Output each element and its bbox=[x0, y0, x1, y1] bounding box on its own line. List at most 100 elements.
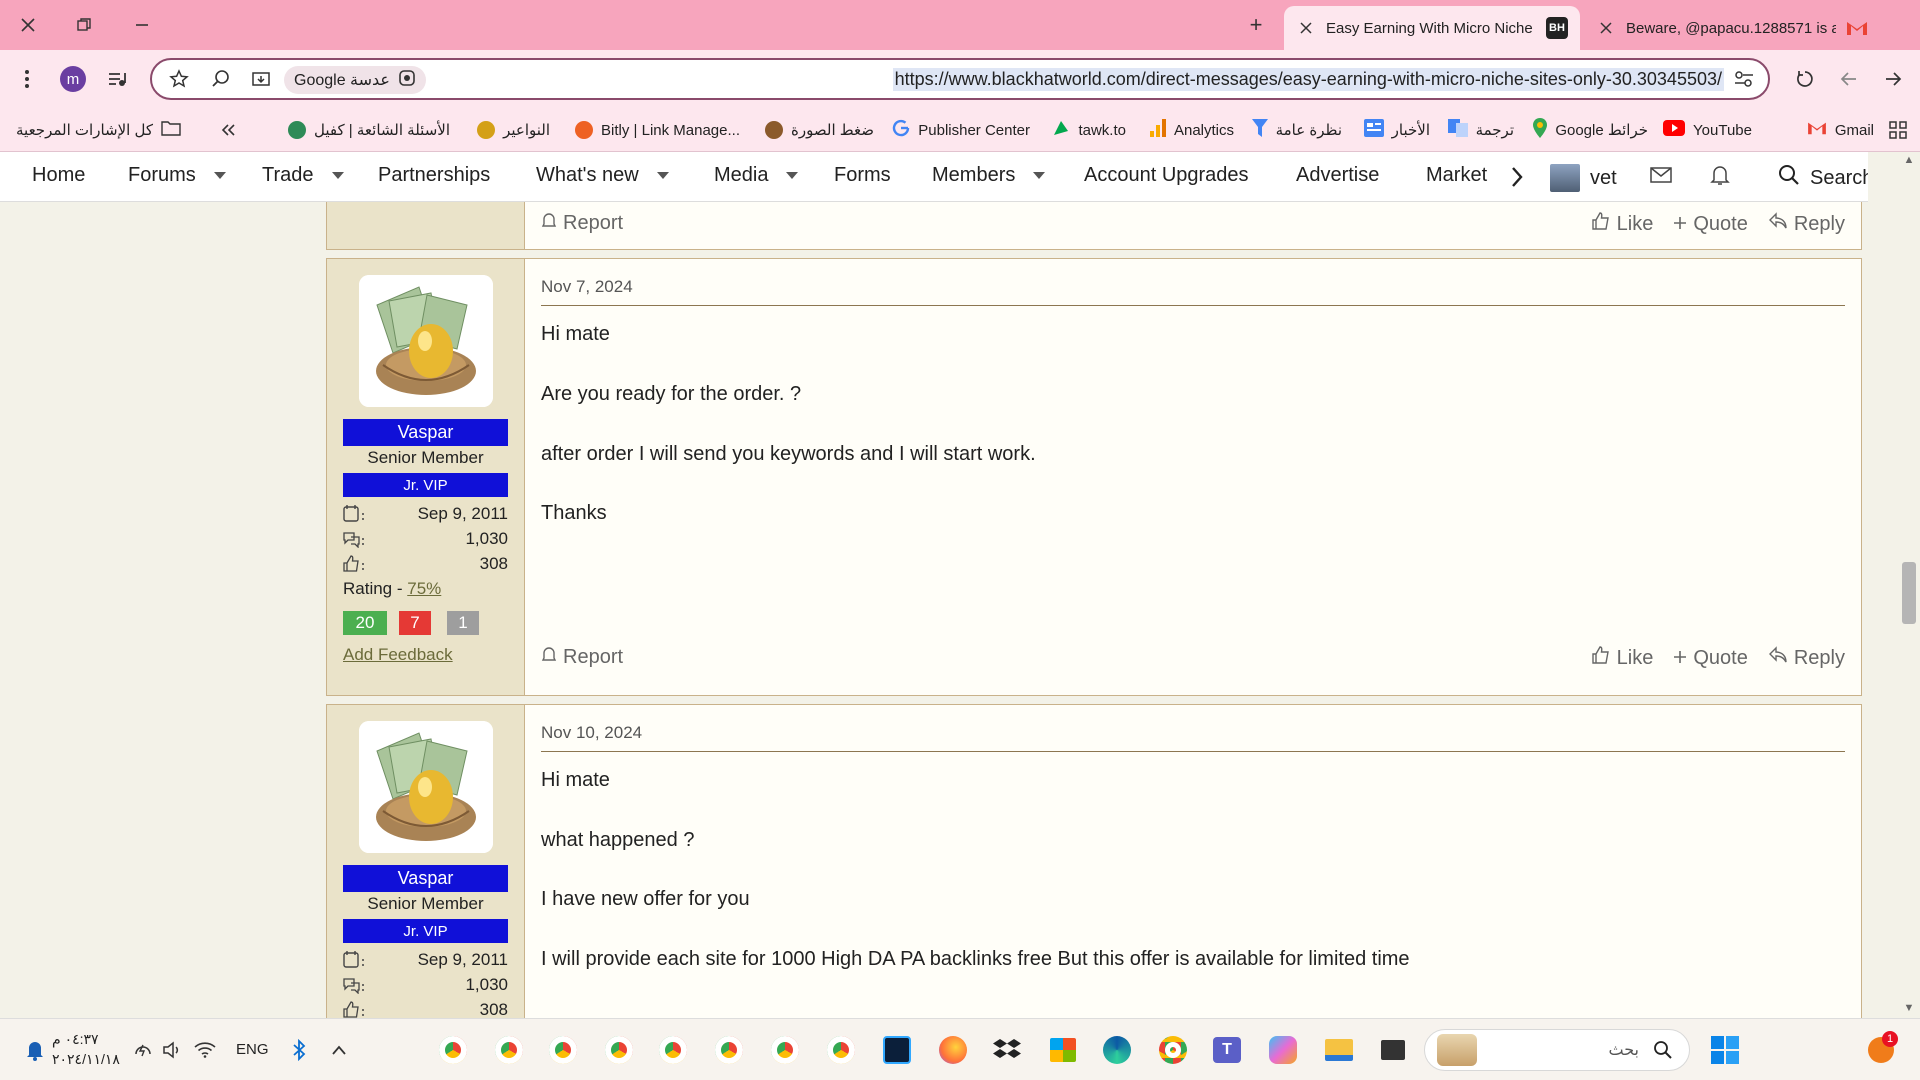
bookmark-gmail[interactable]: Gmail bbox=[1807, 118, 1874, 142]
bookmark-image-compress[interactable]: ضغط الصورة bbox=[765, 118, 874, 142]
task-view-icon[interactable] bbox=[1374, 1031, 1412, 1069]
reload-icon[interactable] bbox=[1788, 62, 1822, 96]
rating-link[interactable]: 75% bbox=[407, 579, 441, 598]
envelope-icon[interactable] bbox=[1650, 166, 1672, 184]
nav-market[interactable]: Market bbox=[1426, 164, 1498, 187]
menu-dots-icon[interactable] bbox=[10, 62, 44, 96]
nav-trade[interactable]: Trade bbox=[262, 164, 344, 187]
bookmark-maps[interactable]: Google خرائط bbox=[1533, 118, 1648, 142]
nav-partnerships[interactable]: Partnerships bbox=[378, 164, 490, 187]
scrollbar-thumb[interactable] bbox=[1902, 562, 1916, 624]
chrome-icon[interactable] bbox=[1154, 1031, 1192, 1069]
reply-button[interactable]: Reply bbox=[1768, 212, 1845, 236]
bookmark-youtube[interactable]: YouTube bbox=[1663, 118, 1752, 142]
taskbar-search[interactable]: بحث bbox=[1424, 1029, 1690, 1071]
bookmark-nawaeer[interactable]: النواعير bbox=[477, 118, 550, 142]
windows-start-icon[interactable] bbox=[1706, 1031, 1744, 1069]
user-menu[interactable]: vet bbox=[1550, 164, 1617, 192]
quote-button[interactable]: Quote bbox=[1673, 647, 1748, 670]
bookmark-tawk[interactable]: tawk.to bbox=[1052, 118, 1126, 142]
teams-icon[interactable]: T bbox=[1208, 1031, 1246, 1069]
file-explorer-icon[interactable] bbox=[1320, 1031, 1358, 1069]
bluetooth-icon[interactable] bbox=[280, 1031, 318, 1069]
vertical-scrollbar[interactable]: ▲ ▼ bbox=[1868, 152, 1920, 1018]
nav-advertise[interactable]: Advertise bbox=[1296, 164, 1379, 187]
chrome-profile-icon[interactable] bbox=[654, 1031, 692, 1069]
like-button[interactable]: Like bbox=[1591, 211, 1653, 237]
bookmarks-overflow-icon[interactable] bbox=[220, 118, 236, 142]
site-settings-icon[interactable] bbox=[1728, 64, 1760, 94]
url-text[interactable]: https://www.blackhatworld.com/direct-mes… bbox=[892, 68, 1724, 91]
chevron-down-icon[interactable] bbox=[656, 172, 669, 179]
search-button[interactable]: Search bbox=[1778, 164, 1873, 192]
bell-icon[interactable] bbox=[1710, 164, 1730, 186]
nav-forms[interactable]: Forms bbox=[834, 164, 891, 187]
feedback-positive[interactable]: 20 bbox=[343, 611, 387, 635]
report-button[interactable]: Report bbox=[541, 645, 623, 669]
copilot-icon[interactable] bbox=[1264, 1031, 1302, 1069]
chevron-down-icon[interactable] bbox=[786, 172, 799, 179]
all-bookmarks[interactable]: كل الإشارات المرجعية bbox=[16, 118, 181, 142]
chrome-profile-icon[interactable] bbox=[544, 1031, 582, 1069]
bookmark-kafeel-faq[interactable]: الأسئلة الشائعة | كفيل bbox=[288, 118, 450, 142]
forward-arrow-icon[interactable] bbox=[1876, 62, 1910, 96]
bookmark-bitly[interactable]: Bitly | Link Manage... bbox=[575, 118, 740, 142]
google-lens-chip[interactable]: Google عدسة bbox=[284, 66, 426, 94]
chrome-profile-icon[interactable] bbox=[600, 1031, 638, 1069]
restore-window-icon[interactable] bbox=[68, 10, 100, 40]
user-avatar[interactable] bbox=[359, 275, 493, 407]
photoshop-icon[interactable] bbox=[878, 1031, 916, 1069]
microsoft-store-icon[interactable] bbox=[1044, 1031, 1082, 1069]
chevron-down-icon[interactable] bbox=[213, 172, 226, 179]
feedback-neutral[interactable]: 1 bbox=[447, 611, 479, 635]
zoom-icon[interactable] bbox=[204, 62, 238, 96]
chrome-profile-icon[interactable] bbox=[710, 1031, 748, 1069]
close-window-icon[interactable] bbox=[12, 10, 44, 40]
add-feedback-link[interactable]: Add Feedback bbox=[343, 645, 453, 665]
bookmark-star-icon[interactable] bbox=[162, 62, 196, 96]
chevron-right-icon[interactable] bbox=[1510, 166, 1524, 188]
bookmark-translate[interactable]: ترجمة bbox=[1447, 118, 1514, 142]
chrome-profile-icon[interactable] bbox=[434, 1031, 472, 1069]
apps-grid-icon[interactable] bbox=[1888, 118, 1908, 142]
new-tab-button[interactable]: + bbox=[1240, 10, 1272, 40]
chevron-up-icon[interactable] bbox=[320, 1031, 358, 1069]
chrome-profile-icon[interactable] bbox=[490, 1031, 528, 1069]
scroll-up-icon[interactable]: ▲ bbox=[1902, 154, 1916, 168]
quote-button[interactable]: Quote bbox=[1673, 213, 1748, 236]
bookmark-news[interactable]: الأخبار bbox=[1363, 118, 1430, 142]
dropbox-icon[interactable] bbox=[988, 1031, 1026, 1069]
chevron-down-icon[interactable] bbox=[331, 172, 344, 179]
clock-time[interactable]: ٠٤:٣٧ م bbox=[52, 1031, 99, 1048]
tab-close-icon[interactable] bbox=[1296, 18, 1316, 38]
address-bar[interactable]: Google عدسة https://www.blackhatworld.co… bbox=[150, 58, 1770, 100]
bookmark-overview[interactable]: نظرة عامة bbox=[1251, 118, 1342, 142]
username-badge[interactable]: Vaspar bbox=[343, 419, 508, 446]
report-button[interactable]: Report bbox=[541, 211, 623, 235]
chrome-profile-icon[interactable] bbox=[766, 1031, 804, 1069]
reply-button[interactable]: Reply bbox=[1768, 646, 1845, 670]
input-language[interactable]: ENG bbox=[236, 1041, 269, 1058]
tab-beware[interactable]: Beware, @papacu.1288571 is a bbox=[1584, 6, 1880, 50]
chevron-down-icon[interactable] bbox=[1033, 172, 1046, 179]
tab-easy-earning[interactable]: Easy Earning With Micro Niche BH bbox=[1284, 6, 1580, 50]
battery-charging-icon[interactable] bbox=[124, 1031, 162, 1069]
nav-members[interactable]: Members bbox=[932, 164, 1046, 187]
nav-whats-new[interactable]: What's new bbox=[536, 164, 669, 187]
bookmark-publisher-center[interactable]: Publisher Center bbox=[892, 118, 1030, 142]
firefox-icon[interactable] bbox=[934, 1031, 972, 1069]
nav-home[interactable]: Home bbox=[32, 164, 85, 187]
like-button[interactable]: Like bbox=[1591, 645, 1653, 671]
username-badge[interactable]: Vaspar bbox=[343, 865, 508, 892]
edge-icon[interactable] bbox=[1098, 1031, 1136, 1069]
tab-close-icon[interactable] bbox=[1596, 18, 1616, 38]
minimize-window-icon[interactable] bbox=[126, 10, 158, 40]
notification-badge[interactable]: 1 bbox=[1862, 1031, 1900, 1069]
profile-avatar[interactable]: m bbox=[56, 62, 90, 96]
media-control-icon[interactable] bbox=[100, 62, 134, 96]
back-arrow-icon[interactable] bbox=[1832, 62, 1866, 96]
nav-account-upgrades[interactable]: Account Upgrades bbox=[1084, 164, 1249, 187]
notification-bell-icon[interactable] bbox=[16, 1031, 54, 1069]
nav-media[interactable]: Media bbox=[714, 164, 799, 187]
user-avatar[interactable] bbox=[359, 721, 493, 853]
